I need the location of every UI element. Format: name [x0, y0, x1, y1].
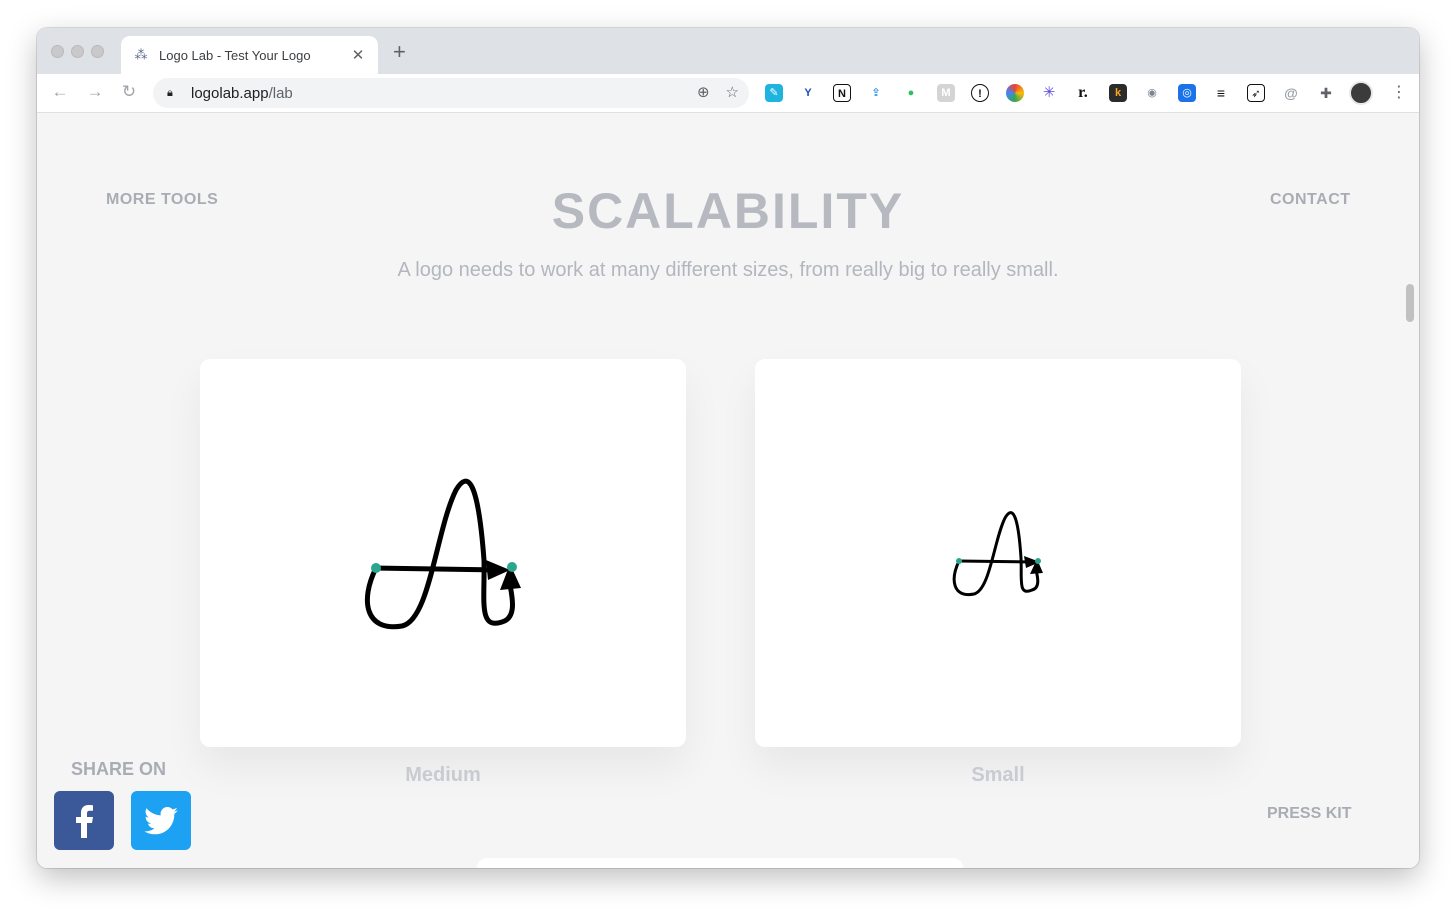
- reload-icon[interactable]: ↻: [118, 82, 140, 102]
- share-extension-icon[interactable]: ⇪: [867, 84, 885, 102]
- close-window-button[interactable]: [51, 45, 64, 58]
- minimize-window-button[interactable]: [71, 45, 84, 58]
- notion-extension-icon[interactable]: N: [833, 84, 851, 102]
- list-extension-icon[interactable]: ≡: [1212, 84, 1230, 102]
- profile-avatar[interactable]: [1349, 81, 1373, 105]
- color-extension-icon[interactable]: [1006, 84, 1024, 102]
- evernote-extension-icon[interactable]: ●: [902, 84, 920, 102]
- forward-arrow-icon[interactable]: →: [84, 82, 106, 102]
- facebook-share-button[interactable]: [54, 791, 114, 850]
- logo-preview-medium: [364, 478, 521, 630]
- bookmark-star-icon[interactable]: ☆: [726, 83, 739, 101]
- sparkle-extension-icon[interactable]: ✳: [1040, 84, 1058, 102]
- extensions-puzzle-icon[interactable]: ✚: [1317, 84, 1335, 102]
- page-scrollbar[interactable]: [1406, 284, 1414, 322]
- page-subtitle: A logo needs to work at many different s…: [397, 259, 1059, 281]
- page-content: MORE TOOLS CONTACT SCALABILITY A logo ne…: [37, 114, 1419, 868]
- preview-card-medium: [200, 359, 686, 747]
- browser-toolbar: ← → ↻ 🔒︎ logolab.app/lab ⊕ ☆ ✎ Y N ⇪ ● M…: [37, 74, 1419, 113]
- browser-window: ⁂ Logo Lab - Test Your Logo ✕ + ← → ↻ 🔒︎…: [37, 28, 1419, 868]
- m-extension-icon[interactable]: M: [937, 84, 955, 102]
- add-circle-icon[interactable]: ⊕: [697, 83, 710, 101]
- share-title: SHARE ON: [71, 759, 167, 779]
- k-extension-icon[interactable]: k: [1109, 84, 1127, 102]
- logo-preview-small: [952, 511, 1043, 597]
- page-title: SCALABILITY: [551, 183, 905, 239]
- logolab-favicon-icon: ⁂: [134, 47, 148, 62]
- twitter-share-button[interactable]: [131, 791, 191, 850]
- readwise-extension-icon[interactable]: r.: [1074, 84, 1092, 102]
- send-extension-icon[interactable]: ➶: [1247, 84, 1265, 102]
- twitter-icon: [144, 806, 178, 834]
- press-kit-link[interactable]: PRESS KIT: [1267, 805, 1351, 823]
- chat-extension-icon[interactable]: ◎: [1178, 84, 1196, 102]
- tab-close-icon[interactable]: ✕: [350, 46, 366, 64]
- back-arrow-icon[interactable]: ←: [49, 82, 71, 102]
- address-bar[interactable]: 🔒︎ logolab.app/lab ⊕ ☆: [153, 78, 749, 108]
- extension-y-icon[interactable]: Y: [799, 84, 817, 102]
- spiral-extension-icon[interactable]: @: [1282, 84, 1300, 102]
- preview-label-medium: Medium: [405, 764, 481, 786]
- preview-label-small: Small: [971, 764, 1025, 786]
- extension-edit-icon[interactable]: ✎: [765, 84, 783, 102]
- password-extension-icon[interactable]: !: [971, 84, 989, 102]
- browser-tab[interactable]: ⁂ Logo Lab - Test Your Logo ✕: [121, 36, 378, 74]
- preview-card-small: [755, 359, 1241, 747]
- maximize-window-button[interactable]: [91, 45, 104, 58]
- tab-strip: ⁂ Logo Lab - Test Your Logo ✕ +: [37, 28, 1419, 74]
- lock-icon: 🔒︎: [167, 86, 173, 99]
- new-tab-button[interactable]: +: [393, 41, 406, 63]
- record-extension-icon[interactable]: ◉: [1143, 84, 1161, 102]
- menu-kebab-icon[interactable]: ⋮: [1391, 82, 1407, 102]
- next-section-card: [477, 858, 963, 868]
- facebook-icon: [76, 804, 93, 838]
- url-text[interactable]: logolab.app/lab: [191, 85, 293, 102]
- tab-title: Logo Lab - Test Your Logo: [159, 47, 311, 63]
